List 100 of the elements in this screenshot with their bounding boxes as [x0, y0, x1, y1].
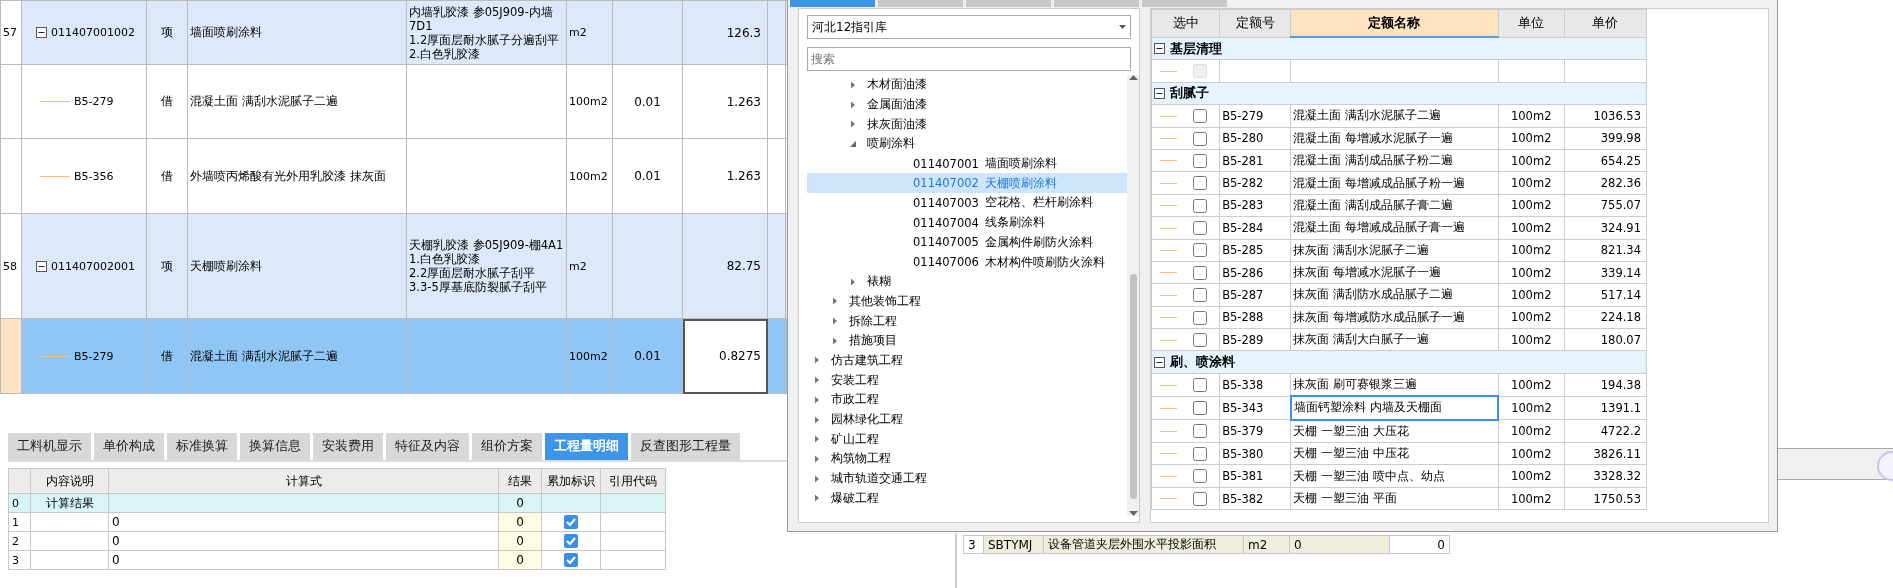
tree-item[interactable]: 011407002 天棚喷刷涂料 — [807, 173, 1127, 194]
checkbox[interactable] — [1193, 176, 1207, 191]
tab[interactable]: 安装费用 — [313, 433, 383, 460]
expand-arrow-icon[interactable] — [813, 454, 821, 463]
tree-item[interactable]: 安装工程 — [807, 370, 1127, 390]
checkbox[interactable] — [564, 534, 578, 549]
table-cell: 011407002001 — [51, 259, 135, 273]
tree-item[interactable]: 市政工程 — [807, 390, 1127, 410]
table-cell: 0 — [108, 531, 499, 551]
table-cell: 3826.11 — [1564, 442, 1647, 465]
collapse-icon[interactable] — [1154, 356, 1165, 368]
table-cell: B5-356 — [74, 169, 114, 183]
table-cell: m2 — [566, 0, 613, 65]
tree-item[interactable]: 011407006 木材构件喷刷防火涂料 — [807, 252, 1127, 272]
tree-item[interactable]: 拆除工程 — [807, 311, 1127, 331]
tree-item[interactable]: 其他装饰工程 — [807, 291, 1127, 312]
tree-item[interactable]: 构筑物工程 — [807, 449, 1127, 469]
tab[interactable]: 单价构成 — [94, 433, 164, 460]
expand-arrow-icon[interactable] — [813, 395, 821, 404]
table-cell: 100m2 — [1498, 283, 1565, 307]
table-cell: 借 — [146, 138, 188, 214]
tab[interactable]: 工料机显示 — [8, 433, 91, 460]
checkbox[interactable] — [1193, 221, 1207, 236]
expand-arrow-icon[interactable] — [849, 120, 857, 129]
tree-item[interactable]: 城市轨道交通工程 — [807, 468, 1127, 489]
table-cell: 混凝土面 满刮成品腻子粉二遍 — [1290, 149, 1499, 172]
tree-item[interactable]: 金属面油漆 — [807, 94, 1127, 115]
column-header[interactable]: 定额名称 — [1290, 9, 1499, 37]
tab[interactable]: 标准换算 — [167, 433, 237, 460]
expand-arrow-icon[interactable] — [831, 336, 839, 345]
expand-arrow-icon[interactable] — [831, 317, 839, 326]
tree-item[interactable]: 011407004 线条刷涂料 — [807, 212, 1127, 233]
tree-item[interactable]: 木材面油漆 — [807, 75, 1127, 95]
checkbox[interactable] — [1193, 378, 1207, 393]
tree-item[interactable]: 抹灰面油漆 — [807, 114, 1127, 135]
column-header[interactable]: 定额号 — [1219, 9, 1291, 37]
expand-arrow-icon[interactable] — [813, 494, 821, 503]
down-arrow-icon[interactable] — [1128, 511, 1138, 516]
table-cell: B5-288 — [1219, 306, 1291, 329]
scrollbar[interactable] — [1127, 75, 1139, 516]
expand-arrow-icon[interactable] — [813, 356, 821, 365]
expand-arrow-icon[interactable] — [813, 435, 821, 444]
collapse-icon[interactable] — [36, 260, 47, 272]
tab[interactable]: 组价方案 — [472, 433, 542, 460]
library-dropdown[interactable]: 河北12指引库 — [807, 15, 1131, 39]
expand-arrow-icon[interactable] — [813, 376, 821, 385]
tab[interactable]: 换算信息 — [240, 433, 310, 460]
tree-item[interactable]: 仿古建筑工程 — [807, 350, 1127, 371]
checkbox[interactable] — [1193, 153, 1207, 168]
table-cell: B5-338 — [1219, 373, 1291, 397]
checkbox[interactable] — [1193, 333, 1207, 347]
table-cell: 混凝土面 满刮水泥腻子二遍 — [187, 64, 407, 139]
tree-item[interactable]: 喷刷涂料 — [807, 134, 1127, 154]
column-header[interactable]: 选中 — [1151, 9, 1220, 37]
checkbox[interactable] — [1193, 198, 1207, 213]
checkbox[interactable] — [1193, 265, 1207, 280]
checkbox[interactable] — [1193, 310, 1207, 325]
collapse-arrow-icon[interactable] — [849, 139, 857, 148]
tree-item[interactable]: 011407003 空花格、栏杆刷涂料 — [807, 193, 1127, 213]
table-cell: 339.14 — [1564, 261, 1647, 284]
tree-item[interactable]: 011407001 墙面喷刷涂料 — [807, 153, 1127, 174]
column-header: 结果 — [498, 468, 542, 494]
checkbox[interactable] — [1193, 469, 1207, 484]
tree-item[interactable]: 措施项目 — [807, 330, 1127, 351]
checkbox[interactable] — [1193, 243, 1207, 258]
table-cell: SBTYMJ — [983, 535, 1044, 554]
expand-arrow-icon[interactable] — [849, 100, 857, 109]
expand-arrow-icon[interactable] — [849, 277, 857, 286]
tab[interactable]: 反查图形工程量 — [631, 433, 740, 460]
expand-arrow-icon[interactable] — [813, 415, 821, 424]
tree-item[interactable]: 裱糊 — [807, 271, 1127, 292]
tree-item[interactable]: 园林绿化工程 — [807, 409, 1127, 430]
expand-arrow-icon[interactable] — [849, 80, 857, 89]
table-cell: 天棚喷刷涂料 — [187, 213, 407, 319]
collapse-icon[interactable] — [36, 27, 47, 38]
tree-item[interactable]: 011407005 金属构件刷防火涂料 — [807, 232, 1127, 253]
checkbox[interactable] — [564, 553, 578, 568]
tree-item[interactable]: 爆破工程 — [807, 488, 1127, 509]
column-header[interactable]: 单位 — [1498, 9, 1565, 37]
search-field[interactable]: 搜索 — [807, 47, 1131, 71]
checkbox[interactable] — [1193, 446, 1207, 461]
input-field[interactable]: 0.8275 — [682, 318, 768, 394]
table-cell: 100m2 — [566, 64, 613, 139]
checkbox[interactable] — [1193, 401, 1207, 416]
tree-item[interactable]: 矿山工程 — [807, 429, 1127, 450]
checkbox[interactable] — [1193, 109, 1207, 124]
checkbox[interactable] — [564, 515, 578, 530]
checkbox[interactable] — [1193, 424, 1207, 439]
checkbox[interactable] — [1193, 491, 1207, 506]
table-cell: 项 — [146, 213, 188, 319]
tab[interactable]: 特征及内容 — [386, 433, 469, 460]
expand-arrow-icon[interactable] — [831, 297, 839, 306]
expand-arrow-icon[interactable] — [813, 474, 821, 483]
up-arrow-icon[interactable] — [1128, 75, 1138, 80]
collapse-icon[interactable] — [1154, 87, 1165, 99]
checkbox[interactable] — [1193, 288, 1207, 303]
column-header[interactable]: 单价 — [1564, 9, 1647, 37]
collapse-icon[interactable] — [1154, 43, 1165, 55]
table-cell: 011407001002 — [51, 26, 135, 39]
checkbox[interactable] — [1193, 131, 1207, 146]
